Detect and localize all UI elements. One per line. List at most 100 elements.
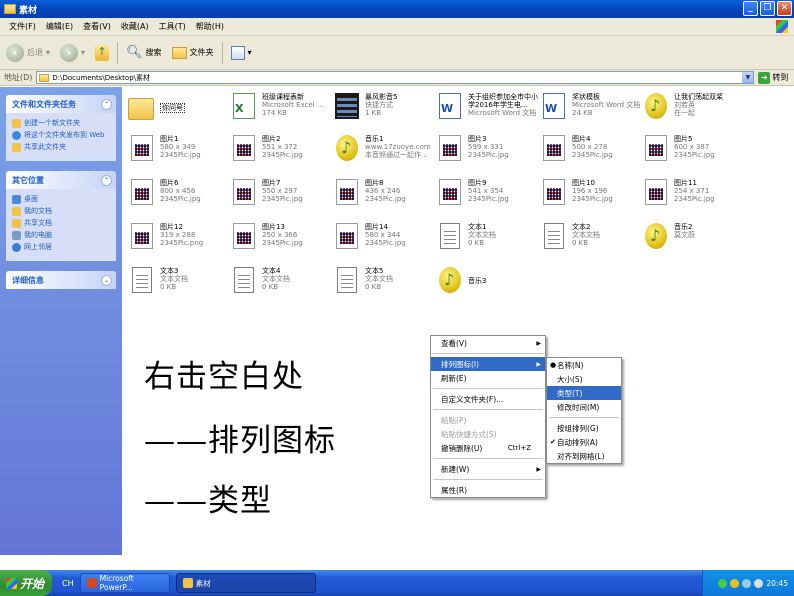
my-documents-link[interactable]: 我的文档 bbox=[12, 207, 111, 216]
word-doc-icon bbox=[439, 93, 461, 119]
submenu-item-size[interactable]: 大小(S) bbox=[547, 372, 621, 386]
publish-web-link[interactable]: 将这个文件夹发布到 Web bbox=[12, 131, 111, 140]
file-item[interactable]: 音乐3 bbox=[436, 267, 530, 295]
file-item[interactable]: 图片3 599 x 331 2345Pic.jpg bbox=[436, 135, 530, 163]
menu-item-new[interactable]: 新建(W) ▶ bbox=[431, 462, 545, 476]
start-button[interactable]: 开始 bbox=[0, 570, 52, 596]
submenu-item-name[interactable]: ● 名称(N) bbox=[547, 358, 621, 372]
submenu-item-type[interactable]: 类型(T) bbox=[547, 386, 621, 400]
file-item[interactable]: 图片7 550 x 297 2345Pic.jpg bbox=[230, 179, 324, 207]
menu-edit[interactable]: 编辑(E) bbox=[41, 21, 78, 32]
file-item[interactable]: 文本4 文本文档 0 KB bbox=[230, 267, 324, 295]
submenu-item-align-grid[interactable]: 对齐到网格(L) bbox=[547, 449, 621, 463]
go-button[interactable]: ➜ 转到 bbox=[758, 71, 788, 84]
menu-help[interactable]: 帮助(H) bbox=[191, 21, 229, 32]
image-file-icon bbox=[543, 135, 565, 161]
address-dropdown-button[interactable]: ▼ bbox=[742, 72, 754, 83]
clock[interactable]: 20:45 bbox=[766, 579, 788, 588]
file-item[interactable]: 图片10 196 x 196 2345Pic.jpg bbox=[540, 179, 634, 207]
network-icon bbox=[12, 243, 21, 252]
file-item[interactable]: 图片8 436 x 246 2345Pic.jpg bbox=[333, 179, 427, 207]
details-header[interactable]: 详细信息 ⌄ bbox=[6, 271, 116, 289]
minimize-button[interactable]: _ bbox=[743, 1, 758, 16]
desktop-link[interactable]: 桌面 bbox=[12, 195, 111, 204]
folders-button[interactable]: 文件夹 bbox=[170, 45, 216, 61]
share-folder-link[interactable]: 共享此文件夹 bbox=[12, 143, 111, 152]
address-input[interactable]: D:\Documents\Desktop\素材 ▼ bbox=[36, 71, 755, 84]
file-item[interactable]: 让我们荡起双桨刘若英在一起 bbox=[642, 93, 736, 121]
file-item[interactable]: 奖状模板Microsoft Word 文档24 KB bbox=[540, 93, 642, 121]
file-item[interactable]: 图片14 580 x 344 2345Pic.jpg bbox=[333, 223, 427, 251]
menu-item-properties[interactable]: 属性(R) bbox=[431, 483, 545, 497]
file-item[interactable]: 图片1 580 x 349 2345Pic.jpg bbox=[128, 135, 222, 163]
taskbar-item-folder[interactable]: 素材 bbox=[175, 573, 316, 593]
file-item[interactable]: 班级课程表新Microsoft Excel ...174 KB bbox=[230, 93, 324, 121]
submenu-item-group[interactable]: 按组排列(G) bbox=[547, 421, 621, 435]
menu-item-undo-delete[interactable]: 撤销删除(U) Ctrl+Z bbox=[431, 441, 545, 455]
file-item[interactable]: 音乐2莫文蔚 bbox=[642, 223, 736, 251]
up-button[interactable]: ↑ bbox=[93, 43, 111, 63]
volume-icon[interactable] bbox=[754, 578, 764, 588]
menu-divider bbox=[433, 353, 543, 354]
new-folder-link[interactable]: 创建一个新文件夹 bbox=[12, 119, 111, 128]
file-item[interactable]: 图片9 541 x 354 2345Pic.jpg bbox=[436, 179, 530, 207]
close-button[interactable]: ✕ bbox=[777, 1, 792, 16]
menu-tools[interactable]: 工具(T) bbox=[154, 21, 191, 32]
file-item[interactable]: 文本2 文本文档 0 KB bbox=[540, 223, 634, 251]
file-item[interactable]: 图片2 551 x 372 2345Pic.jpg bbox=[230, 135, 324, 163]
shield-icon[interactable] bbox=[730, 578, 740, 588]
music-file-icon bbox=[645, 223, 667, 249]
file-item[interactable]: 暴风影音5 快捷方式 1 KB bbox=[333, 93, 427, 121]
collapse-icon[interactable]: ⌃ bbox=[101, 98, 112, 110]
file-folder-tasks-header[interactable]: 文件和文件夹任务 ⌃ bbox=[6, 95, 116, 113]
shared-documents-link[interactable]: 共享文档 bbox=[12, 219, 111, 228]
file-item[interactable]: 文本3 文本文档 0 KB bbox=[128, 267, 222, 295]
file-item[interactable]: 你问号 bbox=[128, 95, 222, 123]
file-item[interactable]: 图片13 250 x 366 2345Pic.jpg bbox=[230, 223, 324, 251]
file-item[interactable]: 图片4 500 x 278 2345Pic.jpg bbox=[540, 135, 634, 163]
image-file-icon bbox=[233, 179, 255, 205]
menu-item-arrange-icons[interactable]: 排列图标(I) ▶ bbox=[431, 357, 545, 371]
instruction-line-1: 右击空白处 bbox=[144, 359, 304, 395]
submenu-item-modified[interactable]: 修改时间(M) bbox=[547, 400, 621, 414]
my-documents-icon bbox=[12, 207, 21, 216]
file-item[interactable]: 文本1 文本文档 0 KB bbox=[436, 223, 530, 251]
chevron-down-icon: ▾ bbox=[46, 48, 51, 57]
tray-icon[interactable] bbox=[718, 578, 728, 588]
file-item[interactable]: 关于组织参加全市中小学2016年学生电...Microsoft Word 文档 bbox=[436, 93, 538, 121]
menu-item-refresh[interactable]: 刷新(E) bbox=[431, 371, 545, 385]
language-indicator[interactable]: CH bbox=[62, 579, 74, 588]
menu-item-customize-folder[interactable]: 自定义文件夹(F)... bbox=[431, 392, 545, 406]
image-file-icon bbox=[645, 135, 667, 161]
menu-item-view[interactable]: 查看(V) ▶ bbox=[431, 336, 545, 350]
menu-file[interactable]: 文件(F) bbox=[4, 21, 41, 32]
taskbar-item-powerpoint[interactable]: Microsoft PowerP... bbox=[79, 573, 170, 593]
menu-bar: 文件(F) 编辑(E) 查看(V) 收藏(A) 工具(T) 帮助(H) bbox=[0, 18, 794, 36]
file-item[interactable]: 图片5 600 x 387 2345Pic.jpg bbox=[642, 135, 736, 163]
network-places-link[interactable]: 网上邻居 bbox=[12, 243, 111, 252]
forward-button[interactable]: › ▾ bbox=[58, 42, 87, 64]
search-button[interactable]: 🔍︎ 搜索 bbox=[124, 43, 164, 62]
file-item[interactable]: 图片11 254 x 371 2345Pic.jpg bbox=[642, 179, 736, 207]
expand-icon[interactable]: ⌄ bbox=[101, 274, 112, 286]
file-item[interactable]: 文本5 文本文档 0 KB bbox=[333, 267, 427, 295]
file-item[interactable]: 图片12 319 x 288 2345Pic.png bbox=[128, 223, 222, 251]
submenu-item-auto-arrange[interactable]: ✔ 自动排列(A) bbox=[547, 435, 621, 449]
collapse-icon[interactable]: ⌃ bbox=[101, 174, 112, 186]
network-icon[interactable] bbox=[742, 578, 752, 588]
my-computer-link[interactable]: 我的电脑 bbox=[12, 231, 111, 240]
file-item[interactable]: 音乐1www.17zuoye.com本音频通过一起作... bbox=[333, 135, 435, 163]
menu-item-paste-shortcut[interactable]: 粘贴快捷方式(S) bbox=[431, 427, 545, 441]
menu-item-paste[interactable]: 粘贴(P) bbox=[431, 413, 545, 427]
other-places-header[interactable]: 其它位置 ⌃ bbox=[6, 171, 116, 189]
menu-view[interactable]: 查看(V) bbox=[78, 21, 116, 32]
back-button[interactable]: ‹ 后退 ▾ bbox=[4, 42, 52, 64]
file-list-area[interactable]: 你问号 班级课程表新Microsoft Excel ...174 KB 暴风影音… bbox=[122, 87, 794, 555]
maximize-button[interactable]: ❐ bbox=[760, 1, 775, 16]
views-button[interactable]: ▾ bbox=[229, 44, 254, 62]
menu-favorites[interactable]: 收藏(A) bbox=[116, 21, 154, 32]
file-item[interactable]: 图片6 800 x 456 2345Pic.jpg bbox=[128, 179, 222, 207]
image-file-icon bbox=[439, 135, 461, 161]
image-file-icon bbox=[439, 179, 461, 205]
submenu-arrow-icon: ▶ bbox=[536, 339, 541, 347]
